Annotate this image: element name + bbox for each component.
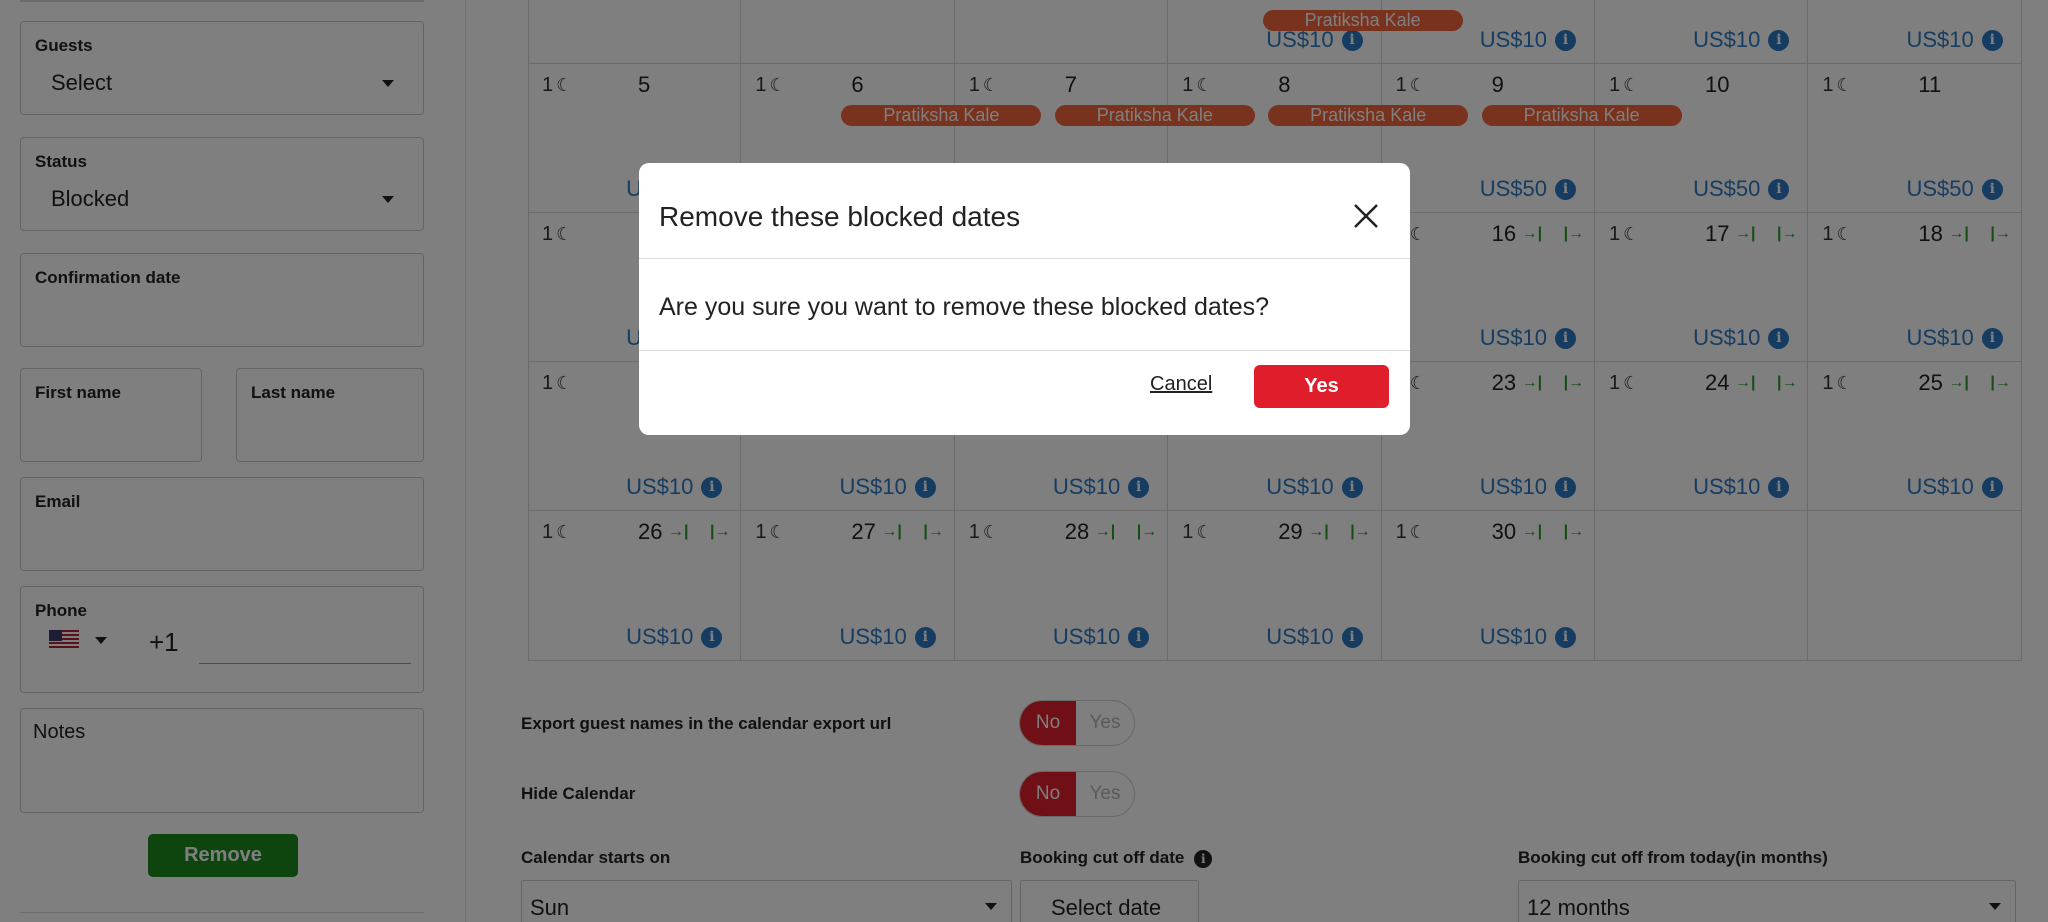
divider bbox=[639, 350, 1410, 351]
divider bbox=[639, 258, 1410, 259]
dialog-message: Are you sure you want to remove these bl… bbox=[659, 293, 1270, 321]
close-icon[interactable] bbox=[1349, 199, 1383, 233]
dialog-title: Remove these blocked dates bbox=[659, 201, 1021, 232]
modal-backdrop[interactable] bbox=[0, 0, 2048, 922]
cancel-button[interactable]: Cancel bbox=[1150, 373, 1212, 396]
yes-button[interactable]: Yes bbox=[1254, 365, 1389, 408]
remove-blocked-dates-dialog: Remove these blocked dates Are you sure … bbox=[639, 163, 1410, 435]
